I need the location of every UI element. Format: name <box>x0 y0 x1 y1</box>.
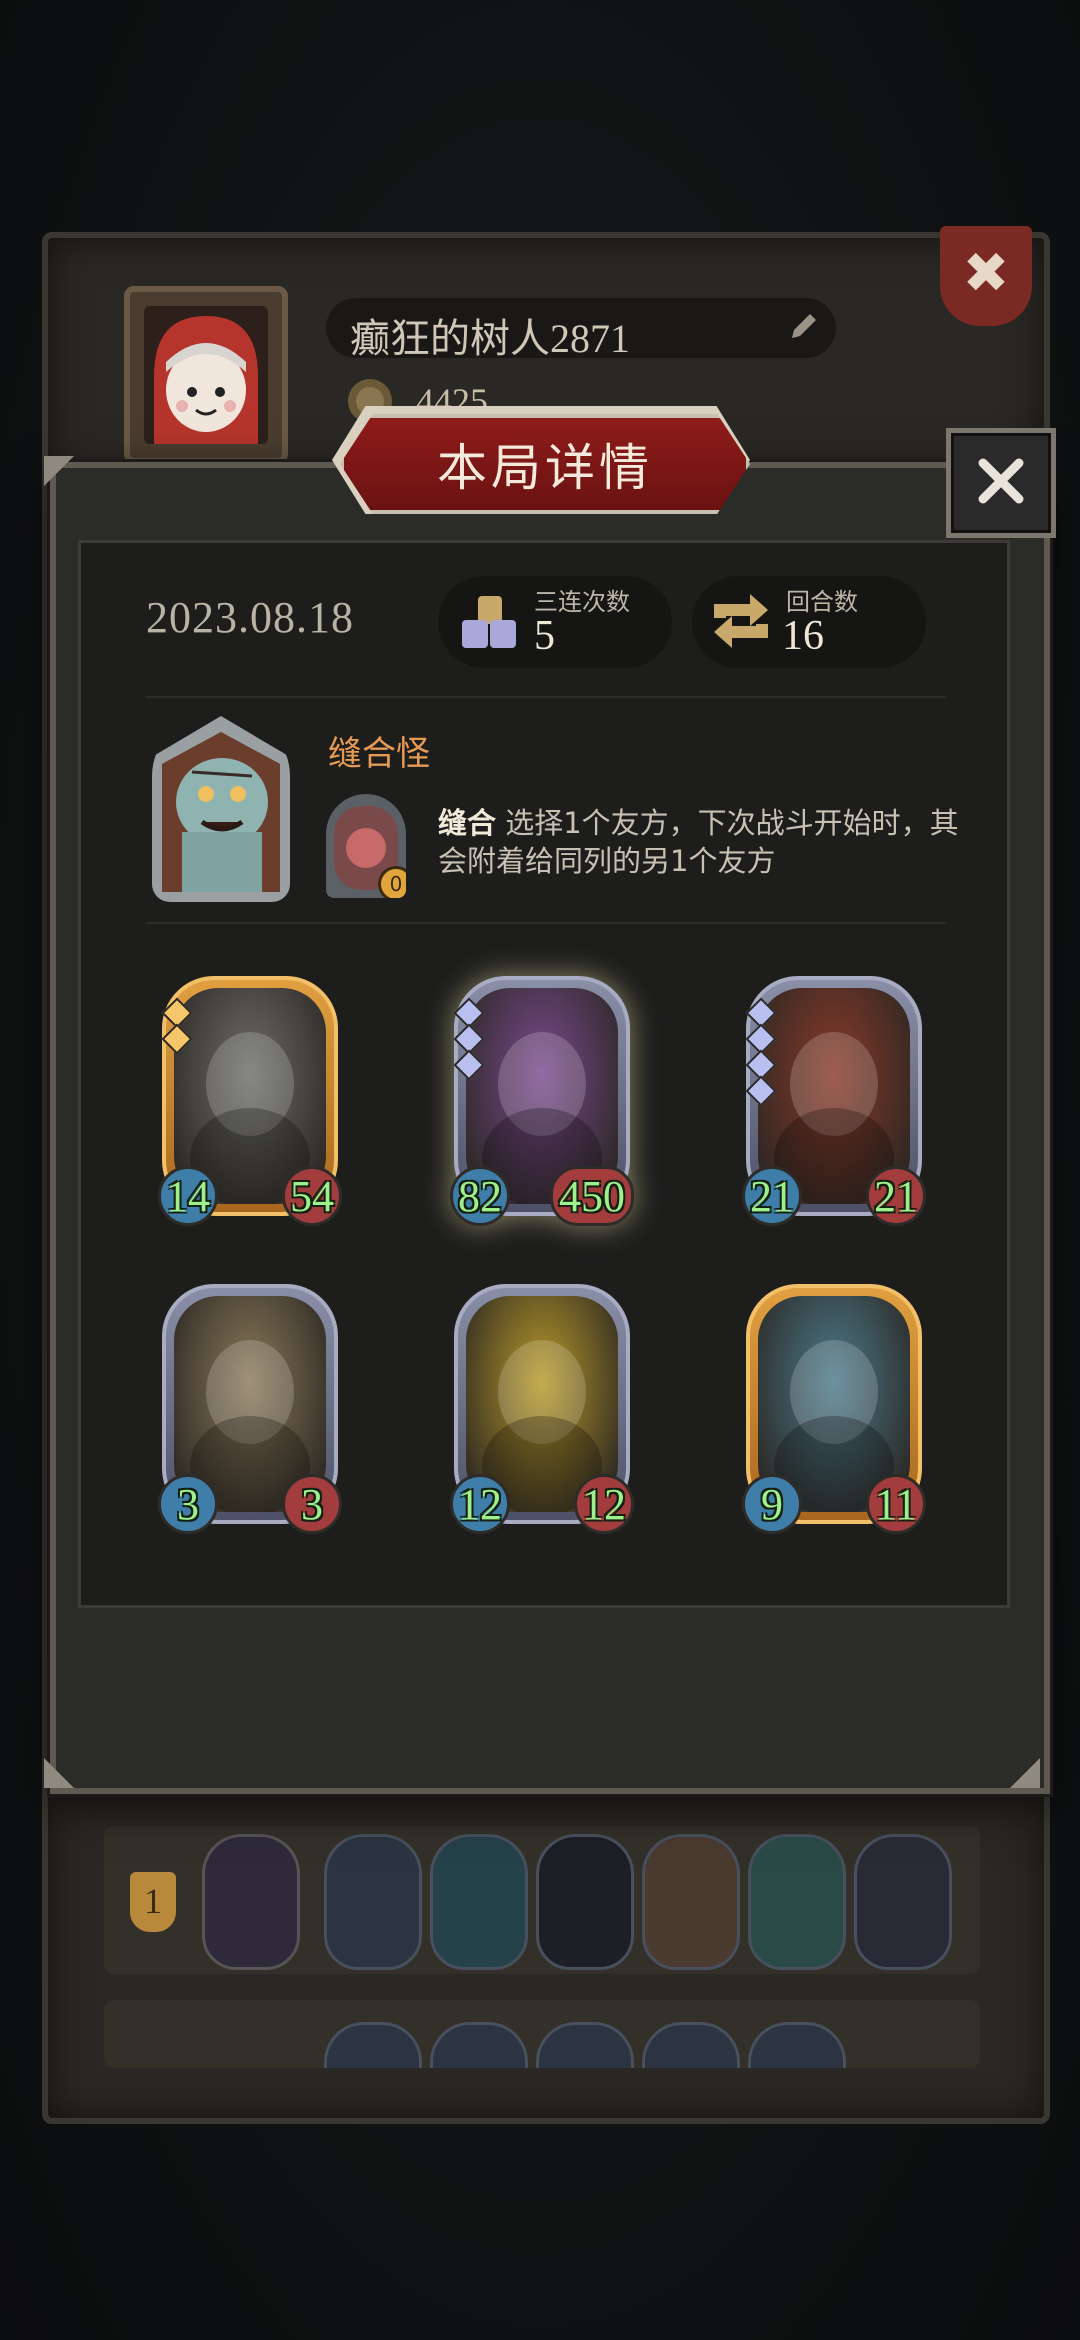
unit-card[interactable]: 14 54 <box>158 976 342 1226</box>
hero-portrait <box>162 732 280 892</box>
close-icon <box>973 453 1029 513</box>
lineup-row[interactable]: 1 <box>104 1826 980 1974</box>
unit-card[interactable]: 21 21 <box>742 976 926 1226</box>
attack-stat: 14 <box>158 1166 218 1226</box>
hero-skill-description: 缝合 选择1个友方，下次战斗开始时，其会附着给同列的另1个友方 <box>438 804 978 880</box>
lineup-card-icon <box>536 1834 634 1970</box>
rounds-value: 16 <box>782 613 824 659</box>
attack-stat: 3 <box>158 1474 218 1534</box>
attack-stat: 9 <box>742 1474 802 1534</box>
lineup-card-icon <box>430 2022 528 2068</box>
close-button[interactable] <box>946 428 1056 538</box>
rounds-stat: 回合数 16 <box>692 576 926 668</box>
triple-cards-icon <box>458 590 522 658</box>
hero-skill-icon[interactable]: 0 <box>326 794 406 898</box>
match-date: 2023.08.18 <box>146 593 354 642</box>
hero-name: 缝合怪 <box>328 734 430 774</box>
profile-close-icon[interactable]: ✖ <box>940 226 1032 326</box>
player-name-bar[interactable]: 癫狂的树人2871 <box>326 298 836 361</box>
skill-desc: 选择1个友方，下次战斗开始时，其会附着给同列的另1个友方 <box>438 806 959 878</box>
section-divider <box>146 696 946 698</box>
rounds-cycle-icon <box>706 588 776 658</box>
lineup-card-icon <box>324 1834 422 1970</box>
lineup-card-icon <box>748 1834 846 1970</box>
skill-charge-badge: 0 <box>378 866 406 898</box>
edit-pencil-icon[interactable] <box>786 310 820 348</box>
triples-value: 5 <box>534 613 555 659</box>
lineup-card-icon <box>324 2022 422 2068</box>
lineup-card-icon <box>642 2022 740 2068</box>
health-stat: 12 <box>574 1474 634 1534</box>
attack-stat: 21 <box>742 1166 802 1226</box>
player-avatar <box>144 306 268 444</box>
unit-card[interactable]: 82 450 <box>450 976 634 1226</box>
unit-card[interactable]: 9 11 <box>742 1284 926 1534</box>
unit-card[interactable]: 33 <box>158 1284 342 1534</box>
lineup-card-icon <box>430 1834 528 1970</box>
lineup-card-icon <box>854 1834 952 1970</box>
lineup-hero-icon <box>202 1834 300 1970</box>
attack-stat: 82 <box>450 1166 510 1226</box>
rank-badge: 1 <box>130 1872 176 1932</box>
health-stat: 11 <box>866 1474 926 1534</box>
health-stat: 54 <box>282 1166 342 1226</box>
player-avatar-frame <box>124 286 288 464</box>
modal-title: 本局详情 <box>437 439 653 497</box>
title-banner: 本局详情 <box>340 414 750 514</box>
triples-stat: 三连次数 5 <box>438 576 672 668</box>
skill-name: 缝合 <box>438 806 497 840</box>
health-stat: 3 <box>282 1474 342 1534</box>
unit-card[interactable]: 12 12 <box>450 1284 634 1534</box>
attack-stat: 12 <box>450 1474 510 1534</box>
health-stat: 21 <box>866 1166 926 1226</box>
lineup-card-icon <box>642 1834 740 1970</box>
section-divider <box>146 922 946 924</box>
health-stat: 450 <box>550 1166 634 1226</box>
player-name: 癫狂的树人2871 <box>350 316 630 361</box>
lineup-row[interactable] <box>104 2000 980 2068</box>
lineup-card-icon <box>536 2022 634 2068</box>
lineup-card-icon <box>748 2022 846 2068</box>
